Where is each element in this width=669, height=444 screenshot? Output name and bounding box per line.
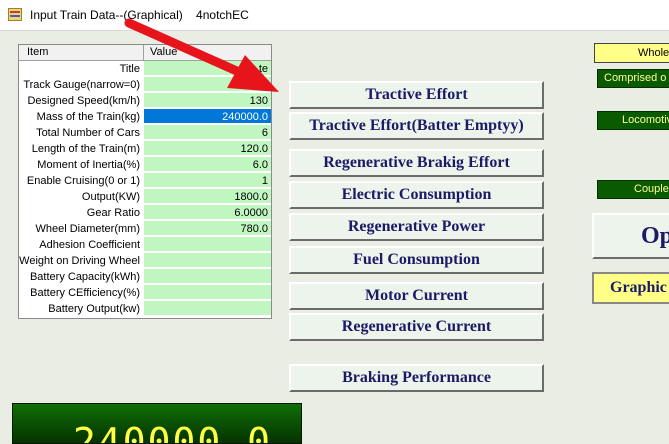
row-label: Adhesion Coefficient: [39, 239, 140, 251]
coupled-label[interactable]: Couple: [597, 180, 669, 199]
row-value-cell[interactable]: 1800.0: [144, 189, 271, 204]
row-label: Title: [119, 63, 140, 75]
tractive-effort-battery-button[interactable]: Tractive Effort(Batter Emptyy): [289, 112, 544, 140]
row-label: Total Number of Cars: [36, 127, 140, 139]
graphic-label[interactable]: Graphic: [592, 272, 669, 304]
regenerative-power-button[interactable]: Regenerative Power: [289, 213, 544, 241]
locomotive-label[interactable]: Locomotive: [597, 111, 669, 130]
regenerative-braking-button[interactable]: Regenerative Brakig Effort: [289, 149, 544, 177]
header-value[interactable]: Value: [144, 45, 264, 60]
row-value-cell[interactable]: 780.0: [144, 221, 271, 236]
display-value: 240000.0: [73, 420, 273, 444]
braking-performance-button[interactable]: Braking Performance: [289, 364, 544, 392]
fuel-consumption-button[interactable]: Fuel Consumption: [289, 246, 544, 274]
value-display: 240000.0: [12, 403, 302, 444]
row-value-cell[interactable]: [144, 253, 271, 268]
row-label: Weight on Driving Wheel: [19, 255, 140, 267]
row-value-cell[interactable]: 1: [144, 77, 271, 92]
row-label: Moment of Inertia(%): [37, 159, 140, 171]
table-row[interactable]: Mass of the Train(kg) 240000.0: [19, 109, 271, 125]
row-value-cell[interactable]: [144, 237, 271, 252]
row-label: Enable Cruising(0 or 1): [26, 175, 140, 187]
window-title: Input Train Data--(Graphical) 4notchEC: [30, 8, 249, 22]
row-value-cell[interactable]: [144, 301, 271, 316]
row-label: Length of the Train(m): [31, 143, 140, 155]
row-value-cell[interactable]: 6.0000: [144, 205, 271, 220]
row-value-cell[interactable]: 120.0: [144, 141, 271, 156]
table-row[interactable]: Gear Ratio 6.0000: [19, 205, 271, 221]
row-label: Wheel Diameter(mm): [35, 223, 140, 235]
row-label: Battery CEfficiency(%): [30, 287, 140, 299]
row-label: Designed Speed(km/h): [27, 95, 140, 107]
row-value-cell[interactable]: 6: [144, 125, 271, 140]
whole-label[interactable]: Whole: [594, 43, 669, 63]
header-item[interactable]: Item: [19, 45, 144, 60]
motor-current-button[interactable]: Motor Current: [289, 282, 544, 310]
table-row[interactable]: Battery CEfficiency(%): [19, 285, 271, 301]
regenerative-current-button[interactable]: Regenerative Current: [289, 313, 544, 341]
table-row[interactable]: Output(KW) 1800.0: [19, 189, 271, 205]
electric-consumption-button[interactable]: Electric Consumption: [289, 181, 544, 209]
row-value-cell[interactable]: [144, 285, 271, 300]
row-label: Gear Ratio: [86, 207, 140, 219]
row-value-cell[interactable]: 6.0: [144, 157, 271, 172]
app-icon: [8, 8, 22, 21]
row-label: Battery Output(kw): [48, 303, 140, 315]
table-row[interactable]: Moment of Inertia(%) 6.0: [19, 157, 271, 173]
comprised-label[interactable]: Comprised o: [597, 69, 669, 88]
table-row[interactable]: Designed Speed(km/h) 130: [19, 93, 271, 109]
row-value-cell[interactable]: [144, 269, 271, 284]
table-row[interactable]: Battery Output(kw): [19, 301, 271, 317]
train-data-grid[interactable]: Item Value Title te Track Gauge(narrow=0) 1…: [18, 44, 272, 319]
row-value-cell[interactable]: 240000.0: [144, 109, 271, 124]
grid-header: Item Value: [19, 45, 271, 61]
table-row[interactable]: Title te: [19, 61, 271, 77]
table-row[interactable]: Adhesion Coefficient: [19, 237, 271, 253]
row-label: Mass of the Train(kg): [36, 111, 140, 123]
row-value-cell[interactable]: 1: [144, 173, 271, 188]
row-label: Track Gauge(narrow=0): [23, 79, 140, 91]
row-value-cell[interactable]: 130: [144, 93, 271, 108]
op-button[interactable]: Op: [592, 213, 669, 259]
table-row[interactable]: Track Gauge(narrow=0) 1: [19, 77, 271, 93]
table-row[interactable]: Wheel Diameter(mm) 780.0: [19, 221, 271, 237]
table-row[interactable]: Weight on Driving Wheel: [19, 253, 271, 269]
row-value-cell[interactable]: te: [144, 61, 271, 76]
table-row[interactable]: Length of the Train(m) 120.0: [19, 141, 271, 157]
row-label: Output(KW): [81, 191, 140, 203]
tractive-effort-button[interactable]: Tractive Effort: [289, 81, 544, 109]
title-bar: Input Train Data--(Graphical) 4notchEC: [0, 0, 669, 31]
table-row[interactable]: Enable Cruising(0 or 1) 1: [19, 173, 271, 189]
row-label: Battery Capacity(kWh): [29, 271, 140, 283]
table-row[interactable]: Battery Capacity(kWh): [19, 269, 271, 285]
table-row[interactable]: Total Number of Cars 6: [19, 125, 271, 141]
